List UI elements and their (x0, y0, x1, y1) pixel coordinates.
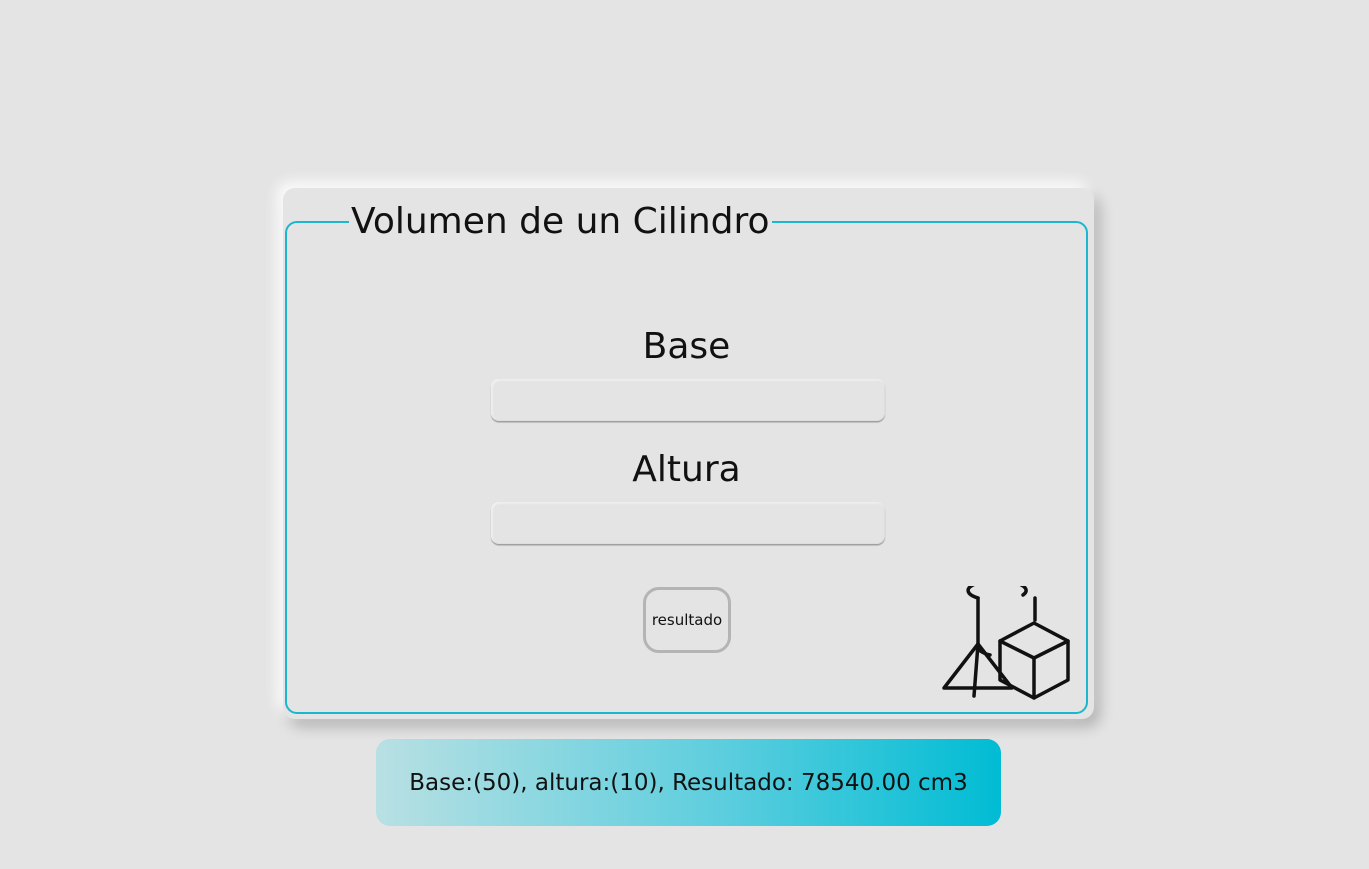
geometric-shapes-icon (942, 586, 1070, 700)
form-title: Volumen de un Cilindro (351, 201, 770, 242)
base-input[interactable] (491, 379, 885, 421)
result-text: Base:(50), altura:(10), Resultado: 78540… (409, 769, 968, 796)
altura-input[interactable] (491, 502, 885, 544)
cylinder-top-icon (966, 586, 1028, 600)
resultado-button[interactable]: resultado (643, 587, 731, 653)
base-label: Base (642, 326, 731, 367)
altura-label: Altura (632, 449, 741, 490)
result-banner: Base:(50), altura:(10), Resultado: 78540… (376, 739, 1001, 826)
calculator-card: Volumen de un Cilindro Base Altura resul… (283, 188, 1094, 719)
